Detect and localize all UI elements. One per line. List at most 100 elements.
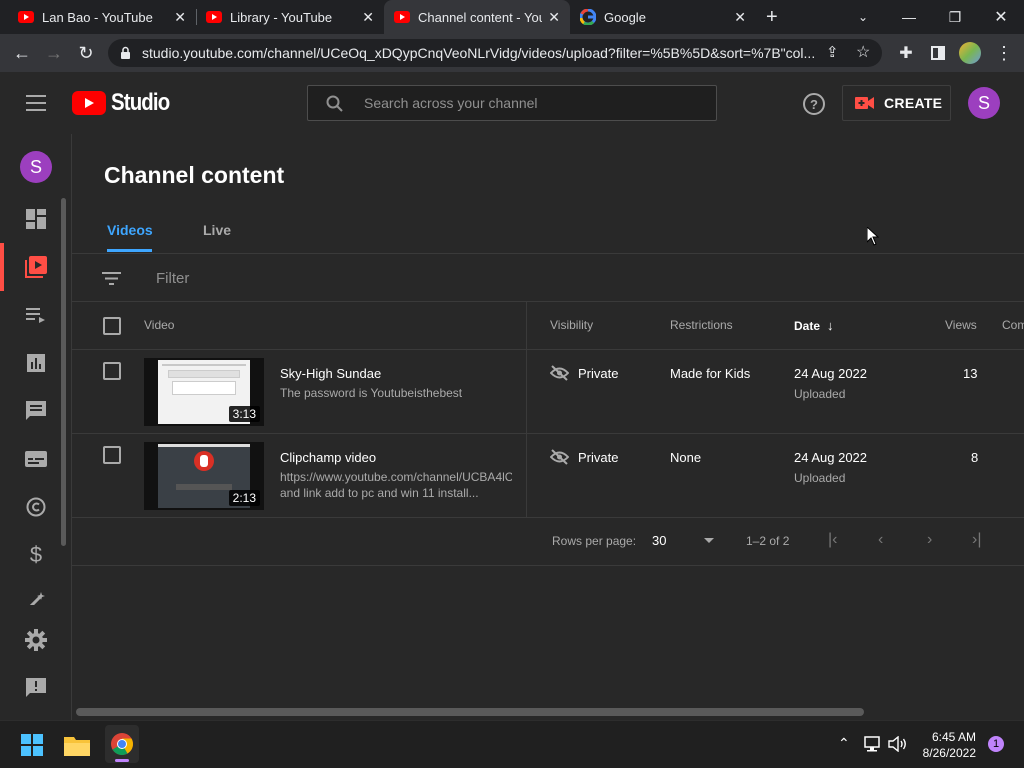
hamburger-menu-icon[interactable] bbox=[26, 95, 46, 111]
tab-live[interactable]: Live bbox=[203, 222, 231, 238]
tab-search-chevron-icon[interactable]: ⌄ bbox=[840, 0, 886, 34]
browser-tab[interactable]: Library - YouTube ✕ bbox=[196, 0, 384, 34]
column-header-date[interactable]: Date ↓ bbox=[794, 318, 834, 333]
studio-logo[interactable]: Studio bbox=[72, 89, 180, 117]
youtube-icon bbox=[394, 11, 410, 23]
sidebar: S $ bbox=[0, 134, 72, 720]
horizontal-scrollbar[interactable] bbox=[76, 708, 864, 716]
youtube-logo-icon bbox=[72, 91, 106, 115]
select-all-checkbox[interactable] bbox=[103, 317, 121, 335]
account-avatar[interactable]: S bbox=[968, 87, 1000, 119]
sidebar-scrollbar[interactable] bbox=[61, 198, 66, 546]
mouse-cursor-icon bbox=[867, 227, 879, 246]
video-thumbnail[interactable]: 2:13 bbox=[144, 442, 264, 510]
sidebar-item-customization[interactable] bbox=[0, 579, 72, 605]
browser-tab-active[interactable]: Channel content - YouT ✕ bbox=[384, 0, 570, 34]
playlists-icon bbox=[26, 308, 45, 323]
back-arrow-icon[interactable]: ← bbox=[6, 34, 38, 72]
dropdown-arrow-icon bbox=[704, 538, 715, 543]
windows-start-icon[interactable] bbox=[21, 734, 43, 756]
side-panel-icon[interactable] bbox=[922, 34, 954, 72]
network-icon[interactable] bbox=[864, 736, 882, 752]
chrome-taskbar-button[interactable] bbox=[105, 725, 139, 763]
next-page-icon[interactable]: › bbox=[927, 531, 932, 549]
views-value: 13 bbox=[963, 366, 978, 381]
google-icon bbox=[580, 9, 596, 25]
browser-tab[interactable]: Lan Bao - YouTube ✕ bbox=[8, 0, 196, 34]
profile-avatar[interactable] bbox=[959, 42, 981, 64]
date-status: Uploaded bbox=[794, 387, 846, 401]
sidebar-item-feedback[interactable] bbox=[0, 664, 72, 712]
lock-icon bbox=[121, 46, 130, 59]
bookmark-star-icon[interactable]: ☆ bbox=[856, 42, 870, 62]
sort-descending-arrow-icon: ↓ bbox=[827, 318, 834, 333]
video-thumbnail[interactable]: 3:13 bbox=[144, 358, 264, 426]
help-icon[interactable]: ? bbox=[803, 93, 825, 115]
video-title[interactable]: Clipchamp video bbox=[280, 450, 376, 465]
new-tab-icon[interactable]: + bbox=[766, 6, 778, 29]
channel-search-box[interactable] bbox=[307, 85, 717, 121]
filter-input[interactable]: Filter bbox=[156, 270, 189, 287]
browser-tab-title: Google bbox=[604, 9, 646, 25]
subtitles-icon bbox=[25, 451, 47, 467]
visibility-value[interactable]: Private bbox=[578, 450, 618, 465]
main-content: Channel content Videos Live Filter Video… bbox=[72, 134, 1024, 720]
channel-avatar[interactable]: S bbox=[20, 151, 52, 183]
youtube-icon bbox=[18, 11, 34, 23]
show-hidden-icons-chevron-icon[interactable]: ⌃ bbox=[838, 735, 850, 752]
close-window-icon[interactable]: ✕ bbox=[978, 0, 1024, 34]
rows-per-page-select[interactable]: 30 bbox=[652, 533, 715, 548]
youtube-icon bbox=[206, 11, 222, 23]
close-tab-icon[interactable]: ✕ bbox=[734, 9, 746, 26]
browser-tab-title: Channel content - YouT bbox=[418, 9, 543, 25]
column-divider bbox=[526, 302, 527, 518]
private-eye-off-icon[interactable] bbox=[550, 365, 569, 381]
share-icon[interactable]: ⇪ bbox=[826, 43, 839, 61]
first-page-icon[interactable]: |‹ bbox=[828, 531, 837, 549]
date-header-label: Date bbox=[794, 318, 821, 333]
column-header-visibility: Visibility bbox=[550, 318, 594, 332]
browser-tab-title: Library - YouTube bbox=[230, 9, 333, 25]
restore-icon[interactable]: ❐ bbox=[932, 0, 978, 34]
last-page-icon[interactable]: ›| bbox=[972, 531, 981, 549]
clock-time[interactable]: 6:45 AM bbox=[926, 730, 976, 744]
close-tab-icon[interactable]: ✕ bbox=[548, 9, 560, 26]
private-eye-off-icon[interactable] bbox=[550, 449, 569, 465]
column-header-views: Views bbox=[945, 318, 977, 332]
restrictions-value: Made for Kids bbox=[670, 366, 751, 381]
rows-per-page-label: Rows per page: bbox=[552, 534, 637, 548]
browser-menu-icon[interactable]: ⋮ bbox=[988, 34, 1020, 72]
notification-badge[interactable]: 1 bbox=[988, 736, 1004, 752]
close-tab-icon[interactable]: ✕ bbox=[174, 9, 186, 26]
restrictions-value: None bbox=[670, 450, 702, 465]
file-explorer-icon[interactable] bbox=[64, 734, 90, 756]
tab-videos[interactable]: Videos bbox=[107, 222, 153, 238]
browser-tab-strip: Lan Bao - YouTube ✕ Library - YouTube ✕ … bbox=[0, 0, 1024, 34]
browser-tab[interactable]: Google ✕ bbox=[570, 0, 756, 34]
filter-icon[interactable] bbox=[102, 272, 121, 285]
dollar-icon: $ bbox=[29, 542, 43, 567]
column-header-comments: Com bbox=[1002, 318, 1024, 332]
close-tab-icon[interactable]: ✕ bbox=[362, 9, 374, 26]
sidebar-item-settings[interactable] bbox=[0, 616, 72, 664]
address-bar[interactable]: studio.youtube.com/channel/UCeOq_xDQypCn… bbox=[108, 39, 882, 67]
video-title[interactable]: Sky-High Sundae bbox=[280, 366, 381, 381]
studio-header: Studio ? CREATE S bbox=[0, 72, 1024, 134]
row-checkbox[interactable] bbox=[103, 362, 121, 380]
visibility-value[interactable]: Private bbox=[578, 366, 618, 381]
minimize-icon[interactable]: — bbox=[886, 0, 932, 34]
forward-arrow-icon[interactable]: → bbox=[38, 34, 70, 72]
search-input[interactable] bbox=[364, 86, 704, 120]
video-description: https://www.youtube.com/channel/UCBA4lCf… bbox=[280, 470, 512, 500]
clock-date[interactable]: 8/26/2022 bbox=[914, 746, 976, 760]
feedback-icon bbox=[26, 678, 46, 697]
create-button[interactable]: CREATE bbox=[842, 85, 951, 121]
row-checkbox[interactable] bbox=[103, 446, 121, 464]
video-duration: 2:13 bbox=[228, 490, 260, 506]
reload-icon[interactable]: ↻ bbox=[70, 34, 102, 72]
volume-icon[interactable] bbox=[888, 736, 908, 752]
previous-page-icon[interactable]: ‹ bbox=[878, 531, 883, 549]
extensions-puzzle-icon[interactable]: ✚ bbox=[890, 34, 922, 72]
windows-taskbar: ⌃ 6:45 AM 8/26/2022 1 bbox=[0, 720, 1024, 768]
rows-per-page-value: 30 bbox=[652, 533, 667, 548]
